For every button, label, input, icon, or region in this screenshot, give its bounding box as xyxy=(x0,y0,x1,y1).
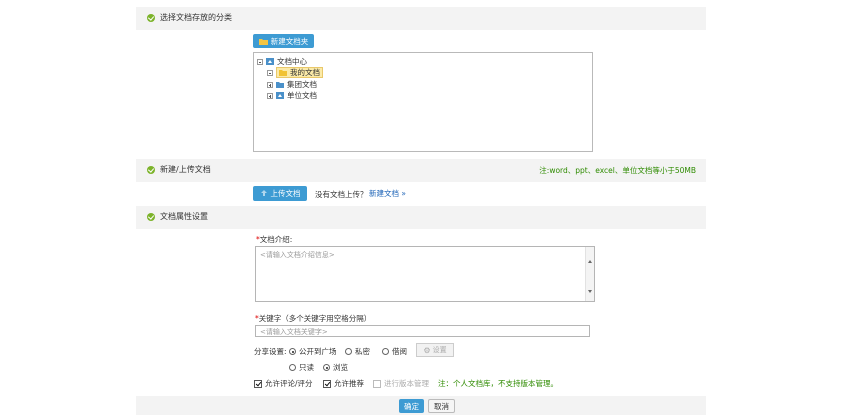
expand-icon[interactable] xyxy=(267,81,273,88)
checkbox-label: 允许推荐 xyxy=(334,379,364,388)
checkbox-checked-icon[interactable] xyxy=(323,379,331,388)
share-settings-button[interactable]: ⚙ 设置 xyxy=(416,343,454,357)
allow-recommend-checkbox[interactable]: 允许推荐 xyxy=(323,378,364,389)
section-header-upload: 新建/上传文档 注:word、ppt、excel、单位文档等小于50MB xyxy=(136,159,706,182)
checkbox-disabled-icon[interactable] xyxy=(373,379,381,388)
tree-item-group-docs[interactable]: 集团文档 xyxy=(267,79,317,90)
scroll-up-icon[interactable] xyxy=(588,260,592,263)
new-doc-link[interactable]: 新建文档 » xyxy=(369,188,406,199)
checkbox-label: 允许评论/评分 xyxy=(265,379,313,388)
upload-label: 上传文档 xyxy=(270,189,301,198)
checkbox-label: 进行版本管理 xyxy=(384,379,429,388)
option-label: 私密 xyxy=(355,347,370,356)
access-option-readonly[interactable]: 只读 xyxy=(289,362,314,373)
share-option-public[interactable]: 公开到广场 xyxy=(289,346,337,357)
radio-selected-icon[interactable] xyxy=(323,364,330,371)
section-title: 选择文档存放的分类 xyxy=(160,13,232,22)
upload-button[interactable]: 上传文档 xyxy=(253,186,307,201)
check-circle-icon xyxy=(147,166,155,174)
check-circle-icon xyxy=(147,213,155,221)
tree-item-label: 我的文档 xyxy=(290,68,320,77)
tree-root-label: 文档中心 xyxy=(277,57,307,66)
check-circle-icon xyxy=(147,14,155,22)
cancel-button[interactable]: 取消 xyxy=(428,399,455,413)
radio-icon[interactable] xyxy=(382,348,389,355)
access-option-browse[interactable]: 浏览 xyxy=(323,362,348,373)
unit-icon xyxy=(276,92,284,99)
version-mgmt-checkbox[interactable]: 进行版本管理 xyxy=(373,378,429,389)
folder-icon xyxy=(258,38,268,45)
share-option-private[interactable]: 私密 xyxy=(345,346,370,357)
radio-selected-icon[interactable] xyxy=(289,348,296,355)
keywords-input[interactable]: <请输入文档关键字> xyxy=(255,325,590,337)
folder-icon xyxy=(279,70,287,76)
category-tree[interactable]: 文档中心 我的文档 集团文档 单位文档 xyxy=(253,52,593,152)
collapse-icon[interactable] xyxy=(267,69,273,76)
doc-center-icon xyxy=(266,58,274,65)
section-title: 文档属性设置 xyxy=(160,212,208,221)
scroll-down-icon[interactable] xyxy=(588,290,592,293)
textarea-scrollbar[interactable] xyxy=(585,247,594,301)
keywords-label: *关键字（多个关键字用空格分隔） xyxy=(255,313,371,324)
tree-item-my-docs[interactable]: 我的文档 xyxy=(267,67,323,78)
no-doc-text: 没有文档上传？ xyxy=(315,190,368,199)
version-note: 注：个人文档库，不支持版本管理。 xyxy=(438,379,558,388)
tree-item-label: 集团文档 xyxy=(287,80,317,89)
checkbox-checked-icon[interactable] xyxy=(254,379,262,388)
settings-label: 设置 xyxy=(432,346,447,354)
section-header-properties: 文档属性设置 xyxy=(136,206,706,229)
option-label: 只读 xyxy=(299,363,314,372)
tree-item-label: 单位文档 xyxy=(287,91,317,100)
intro-placeholder: <请输入文档介绍信息> xyxy=(260,251,335,259)
intro-label: *文档介绍: xyxy=(256,234,292,245)
option-label: 浏览 xyxy=(333,363,348,372)
collapse-icon[interactable] xyxy=(257,58,263,65)
group-folder-icon xyxy=(276,82,284,88)
confirm-button[interactable]: 确定 xyxy=(399,399,424,413)
section-header-category: 选择文档存放的分类 xyxy=(136,7,706,30)
upload-icon xyxy=(260,189,267,196)
new-folder-button[interactable]: 新建文档夹 xyxy=(253,34,314,48)
option-label: 借阅 xyxy=(392,347,407,356)
intro-textarea[interactable]: <请输入文档介绍信息> xyxy=(255,246,595,302)
share-label: 分享设置: xyxy=(254,347,287,356)
radio-icon[interactable] xyxy=(345,348,352,355)
option-label: 公开到广场 xyxy=(299,347,337,356)
allow-comment-checkbox[interactable]: 允许评论/评分 xyxy=(254,378,313,389)
expand-icon[interactable] xyxy=(267,92,273,99)
selected-highlight: 我的文档 xyxy=(276,67,323,78)
radio-icon[interactable] xyxy=(289,364,296,371)
tree-item-unit-docs[interactable]: 单位文档 xyxy=(267,90,317,101)
upload-size-note: 注:word、ppt、excel、单位文档等小于50MB xyxy=(539,166,696,175)
keywords-label-text: 关键字（多个关键字用空格分隔） xyxy=(258,314,372,323)
keywords-placeholder: <请输入文档关键字> xyxy=(260,328,328,336)
gear-icon: ⚙ xyxy=(423,345,431,355)
share-option-borrow[interactable]: 借阅 xyxy=(382,346,407,357)
section-title: 新建/上传文档 xyxy=(160,165,211,174)
intro-label-text: 文档介绍: xyxy=(259,235,293,244)
new-folder-label: 新建文档夹 xyxy=(270,36,309,46)
tree-root[interactable]: 文档中心 xyxy=(257,56,307,67)
